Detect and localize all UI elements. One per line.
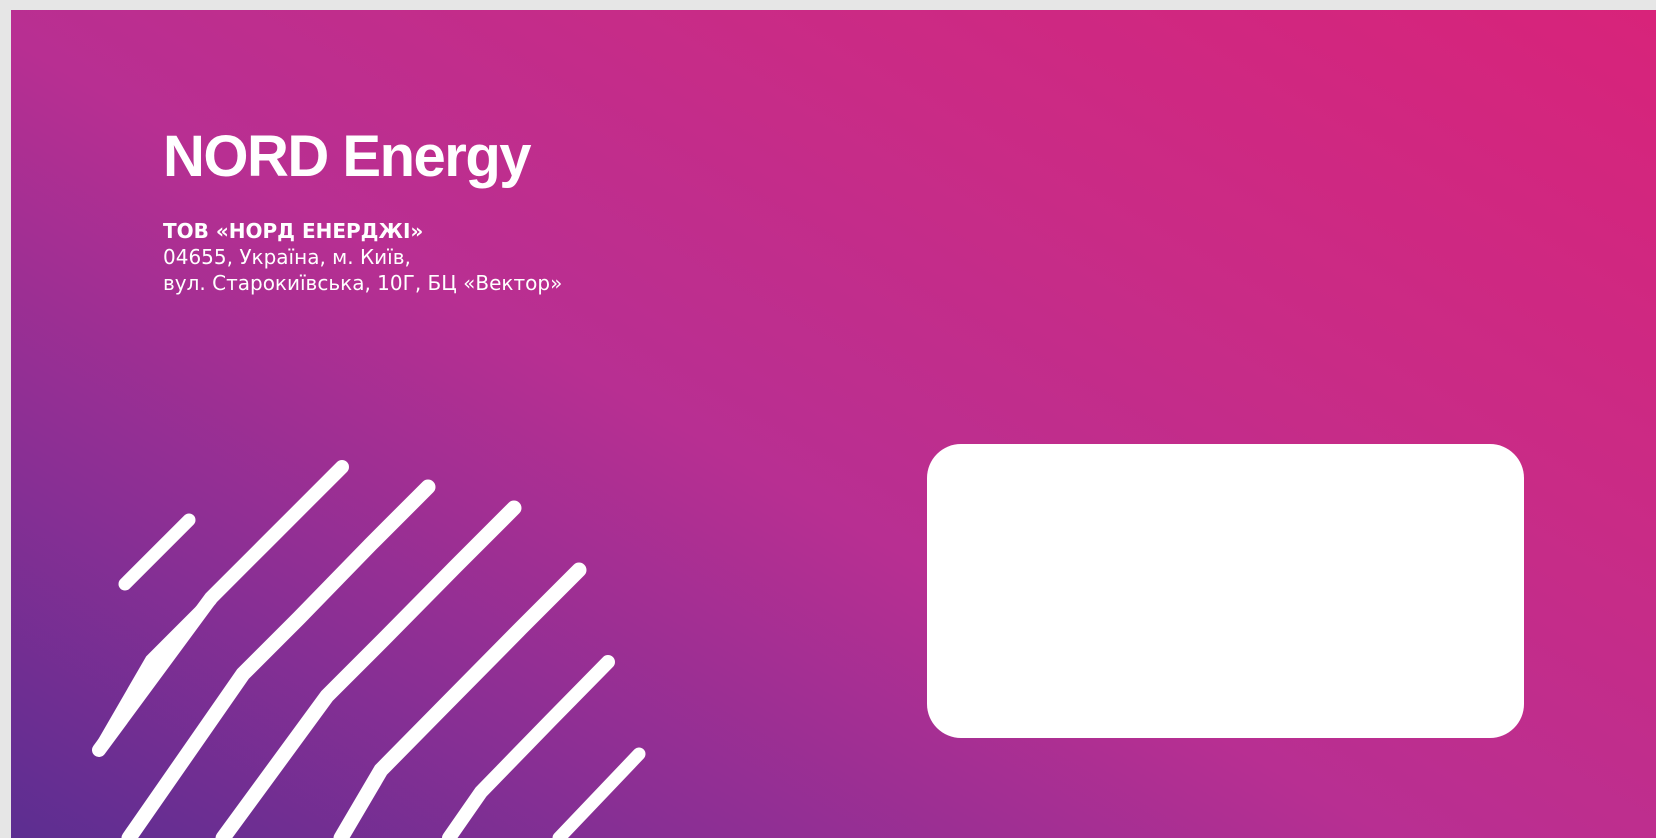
stripe-5 <box>333 562 587 838</box>
envelope: NORD Energy ТОВ «НОРД ЕНЕРДЖІ» 04655, Ук… <box>11 10 1656 838</box>
address-window <box>927 444 1524 738</box>
stripe-7 <box>552 747 646 838</box>
stripe-1 <box>118 513 196 591</box>
